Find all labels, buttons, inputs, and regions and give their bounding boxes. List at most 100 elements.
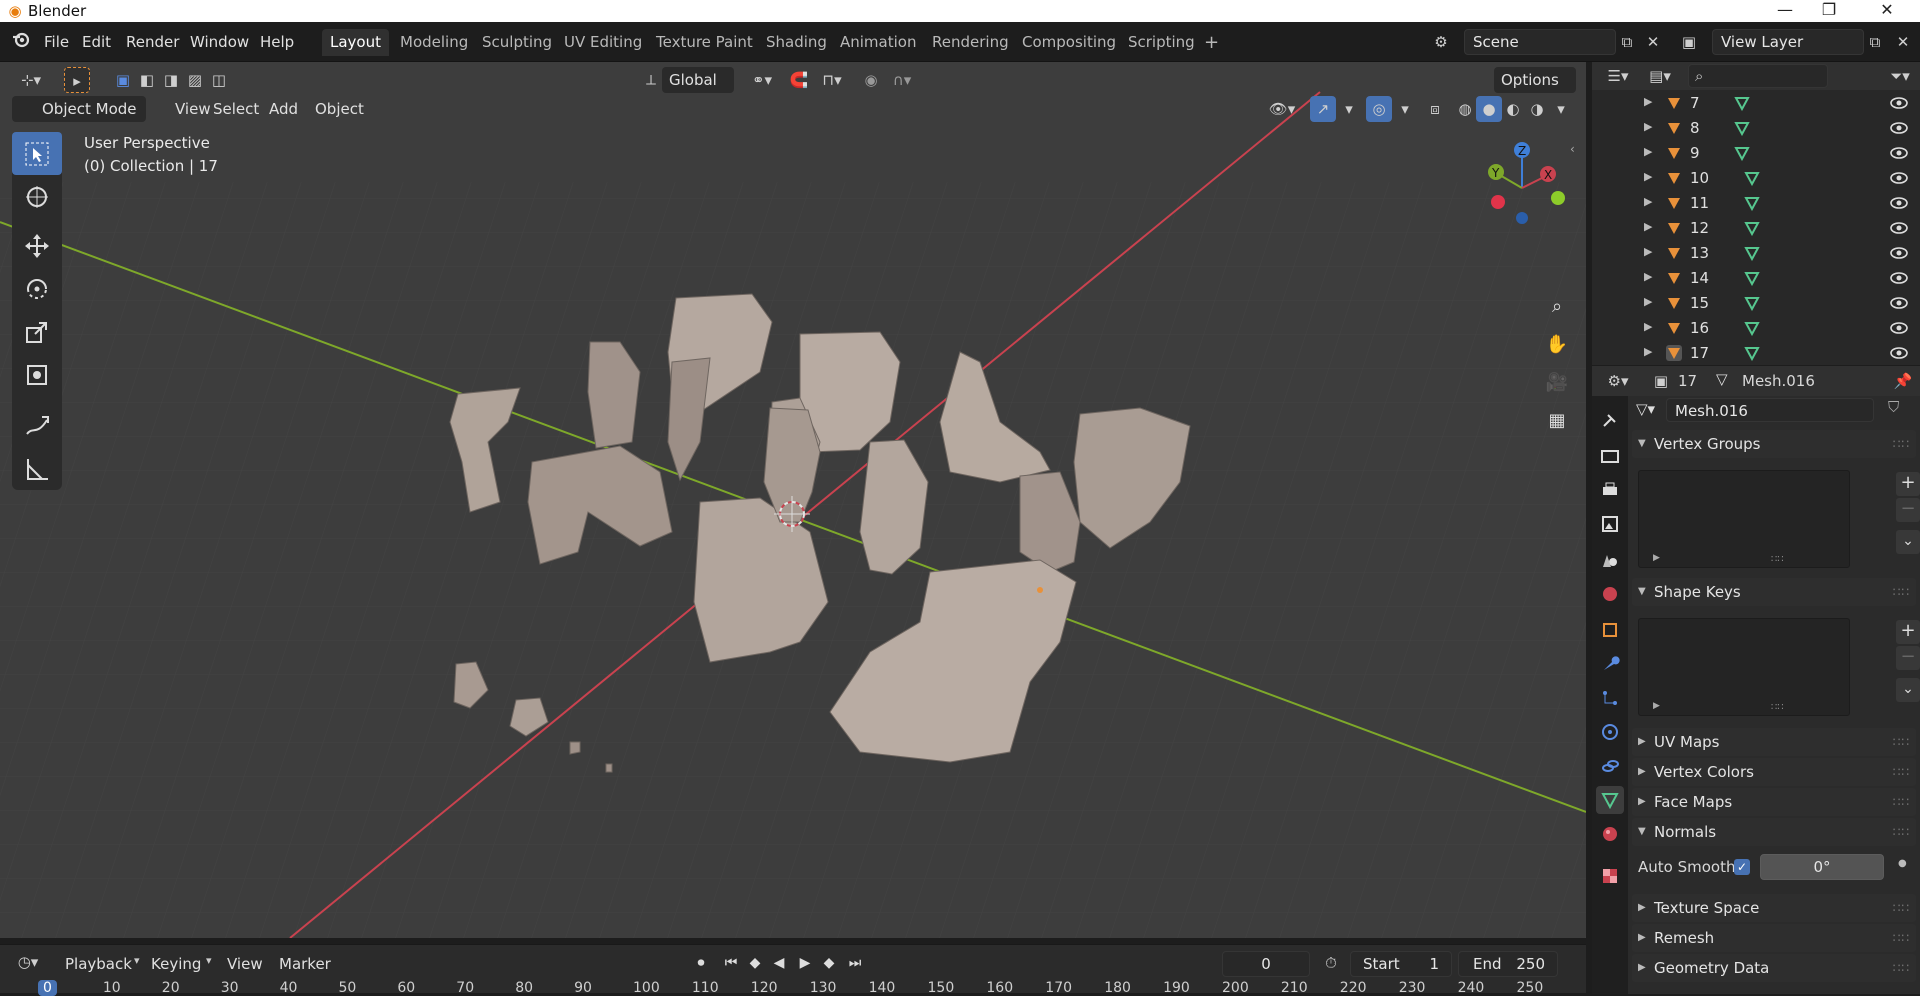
tab-material[interactable] (1596, 820, 1624, 848)
drag-grip-icon[interactable]: ∷∷ (1893, 430, 1910, 458)
keying-dropdown-icon[interactable]: ▾ (206, 954, 212, 967)
filter-icon[interactable]: ⏷▾ (1882, 63, 1918, 89)
scene-browse-icon[interactable]: ⚙ (1428, 29, 1454, 55)
measure-tool[interactable] (12, 447, 62, 490)
expand-arrow-icon[interactable]: ▶ (1644, 345, 1652, 358)
options-dropdown[interactable]: Options (1494, 67, 1576, 93)
maximize-button[interactable]: ❐ (1806, 0, 1852, 22)
select-mode-subtract-icon[interactable]: ◨ (158, 67, 184, 93)
stopwatch-icon[interactable]: ⏱ (1318, 950, 1344, 976)
menu-render[interactable]: Render (120, 30, 185, 54)
close-window-button[interactable]: ✕ (1864, 0, 1910, 22)
start-frame-field[interactable]: Start 1 (1350, 951, 1452, 977)
outliner-item[interactable]: ▶ 11 (1592, 192, 1920, 217)
new-view-layer-icon[interactable]: ⧉ (1862, 29, 1888, 55)
mesh-data-icon[interactable] (1744, 270, 1760, 286)
tab-output[interactable] (1596, 476, 1624, 504)
proportional-edit-icon[interactable]: ◉ (858, 67, 884, 93)
vertex-group-specials-button[interactable]: ⌄ (1896, 530, 1920, 554)
outliner-item[interactable]: ▶ 10 (1592, 167, 1920, 192)
gizmos-toggle-icon[interactable]: ↗ (1310, 96, 1336, 122)
tab-object[interactable] (1596, 616, 1624, 644)
scale-tool[interactable] (12, 310, 62, 353)
pin-icon[interactable]: 📌 (1890, 368, 1916, 394)
drag-grip-icon[interactable]: ∷∷ (1893, 894, 1910, 922)
panel-texture-space[interactable]: ▶ Texture Space ∷∷ (1632, 894, 1916, 922)
tab-texture-paint[interactable]: Texture Paint (648, 29, 761, 56)
tab-scene[interactable] (1596, 546, 1624, 574)
jump-end-icon[interactable]: ⏭ (844, 951, 866, 975)
expand-arrow-icon[interactable]: ▶ (1644, 120, 1652, 133)
tab-animation[interactable]: Animation (832, 29, 924, 56)
drag-grip-icon[interactable]: ∷∷ (1893, 728, 1910, 756)
visibility-selectability-icon[interactable]: 👁▾ (1264, 96, 1300, 122)
timeline-editor-type-icon[interactable]: ◷▾ (10, 949, 46, 975)
drag-grip-icon[interactable]: ∷∷ (1893, 924, 1910, 952)
menu-timeline-view[interactable]: View (222, 952, 268, 976)
mesh-data-icon[interactable] (1744, 345, 1760, 361)
add-workspace-button[interactable]: + (1196, 29, 1227, 56)
jump-keyframe-back-icon[interactable]: ◆ (744, 951, 766, 975)
select-mode-extend-icon[interactable]: ◧ (134, 67, 160, 93)
overlays-dropdown-icon[interactable]: ▾ (1392, 96, 1418, 122)
outliner-item[interactable]: ▶ 7 (1592, 92, 1920, 117)
expand-arrow-icon[interactable]: ▶ (1644, 245, 1652, 258)
minimize-button[interactable]: — (1762, 0, 1808, 22)
perspective-toggle-icon[interactable]: ▦ (1540, 404, 1574, 438)
new-scene-icon[interactable]: ⧉ (1614, 29, 1640, 55)
auto-smooth-angle-field[interactable]: 0° (1760, 854, 1884, 880)
shape-key-specials-button[interactable]: ⌄ (1896, 678, 1920, 702)
xray-toggle-icon[interactable]: ⧈ (1422, 96, 1448, 122)
expand-arrow-icon[interactable]: ▶ (1644, 295, 1652, 308)
add-shape-key-button[interactable]: + (1896, 620, 1920, 644)
fake-user-shield-icon[interactable]: ⛉ (1888, 398, 1899, 416)
tab-physics[interactable] (1596, 718, 1624, 746)
overlays-toggle-icon[interactable]: ◎ (1366, 96, 1392, 122)
mesh-data-icon[interactable] (1744, 245, 1760, 261)
panel-remesh[interactable]: ▶ Remesh ∷∷ (1632, 924, 1916, 952)
pan-hand-icon[interactable]: ✋ (1540, 328, 1574, 362)
tab-mesh-data[interactable] (1596, 786, 1624, 814)
view-layer-field[interactable]: View Layer (1712, 29, 1864, 55)
menu-playback[interactable]: Playback (60, 952, 137, 976)
panel-shape-keys[interactable]: ▼ Shape Keys ∷∷ (1632, 578, 1916, 606)
transform-tool[interactable] (12, 353, 62, 396)
delete-scene-icon[interactable]: ✕ (1640, 29, 1666, 55)
expand-arrow-icon[interactable]: ▶ (1644, 170, 1652, 183)
mesh-data-icon[interactable] (1744, 195, 1760, 211)
menu-object[interactable]: Object (308, 96, 371, 122)
jump-keyframe-forward-icon[interactable]: ◆ (818, 951, 840, 975)
panel-normals[interactable]: ▼ Normals ∷∷ (1632, 818, 1916, 846)
tab-texture[interactable] (1596, 862, 1624, 890)
add-vertex-group-button[interactable]: + (1896, 472, 1920, 496)
tab-layout[interactable]: Layout (322, 29, 389, 56)
tab-sculpting[interactable]: Sculpting (474, 29, 560, 56)
menu-edit[interactable]: Edit (76, 30, 117, 54)
outliner-item[interactable]: ▶ 16 (1592, 317, 1920, 342)
outliner-item[interactable]: ▶ 12 (1592, 217, 1920, 242)
outliner-item[interactable]: ▶ 9 (1592, 142, 1920, 167)
tab-modeling[interactable]: Modeling (392, 29, 476, 56)
outliner-editor-type-icon[interactable]: ☰▾ (1600, 63, 1636, 89)
display-mode-icon[interactable]: ▤▾ (1642, 63, 1678, 89)
move-tool[interactable] (12, 224, 62, 267)
visibility-eye-icon[interactable] (1890, 95, 1908, 111)
tab-scripting[interactable]: Scripting (1120, 29, 1203, 56)
mesh-data-icon[interactable] (1744, 295, 1760, 311)
tab-uv-editing[interactable]: UV Editing (556, 29, 650, 56)
panel-vertex-groups[interactable]: ▼ Vertex Groups ∷∷ (1632, 430, 1916, 458)
visibility-eye-icon[interactable] (1890, 245, 1908, 261)
expand-arrow-icon[interactable]: ▶ (1644, 195, 1652, 208)
mesh-name-field[interactable]: Mesh.016 (1666, 398, 1874, 422)
remove-vertex-group-button[interactable]: − (1896, 498, 1920, 522)
expand-arrow-icon[interactable]: ▶ (1644, 270, 1652, 283)
transform-orientation-icon[interactable]: ⟂ (638, 67, 664, 93)
properties-editor-type-icon[interactable]: ⚙▾ (1600, 368, 1636, 394)
visibility-eye-icon[interactable] (1890, 220, 1908, 236)
auto-smooth-checkbox[interactable]: ✓ (1734, 859, 1750, 875)
visibility-eye-icon[interactable] (1890, 270, 1908, 286)
shape-keys-list[interactable]: ▶ ∷∷ (1638, 618, 1850, 716)
tab-shading[interactable]: Shading (758, 29, 835, 56)
visibility-eye-icon[interactable] (1890, 170, 1908, 186)
mesh-data-icon[interactable] (1734, 145, 1750, 161)
